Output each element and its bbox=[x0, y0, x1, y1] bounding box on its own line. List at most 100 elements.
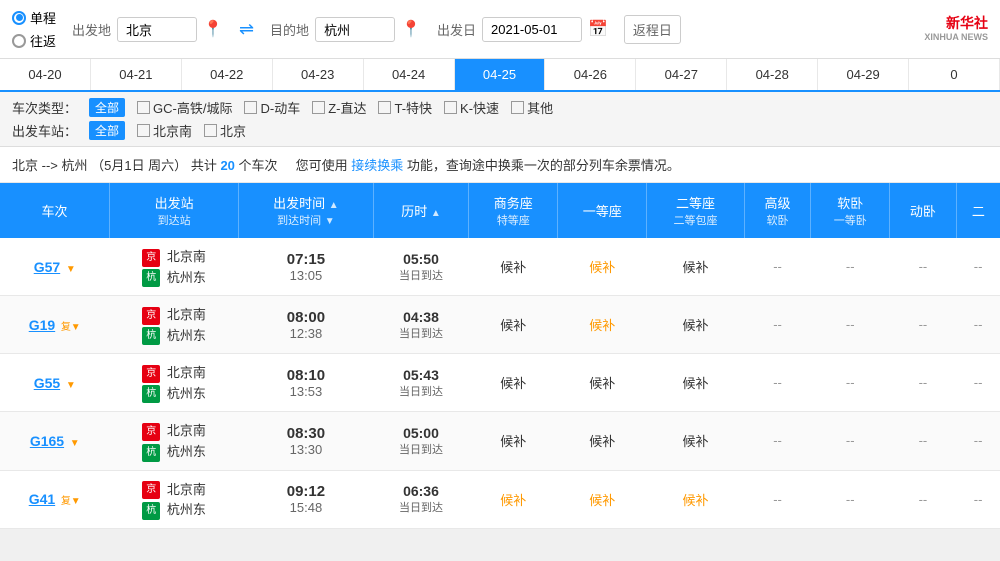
single-trip-radio[interactable]: 单程 bbox=[12, 8, 56, 27]
station-bj-checkbox[interactable]: 北京 bbox=[204, 121, 246, 140]
station-cell: 京 北京南 杭 杭州东 bbox=[109, 238, 238, 296]
type-z-checkbox[interactable]: Z-直达 bbox=[312, 98, 366, 117]
tab-0420[interactable]: 04-20 bbox=[0, 59, 91, 90]
time-cell: 08:30 13:30 bbox=[239, 412, 373, 470]
date-label: 出发日 bbox=[437, 20, 476, 39]
train-tag[interactable]: ▼ bbox=[66, 380, 76, 391]
train-number[interactable]: G165 bbox=[30, 433, 64, 449]
second-cell: 候补 bbox=[647, 296, 744, 354]
same-day-label: 当日到达 bbox=[379, 325, 463, 341]
second-seat[interactable]: 候补 bbox=[682, 260, 708, 275]
depart-time: 09:12 bbox=[245, 483, 367, 500]
time-cell: 07:15 13:05 bbox=[239, 238, 373, 296]
tab-0425[interactable]: 04-25 bbox=[455, 59, 546, 90]
business-seat[interactable]: 候补 bbox=[500, 376, 526, 391]
second-cell: 候补 bbox=[647, 354, 744, 412]
round-trip-radio[interactable]: 往返 bbox=[12, 31, 56, 50]
to-station-icon: 杭 bbox=[142, 444, 160, 462]
first-seat[interactable]: 候补 bbox=[589, 434, 615, 449]
tab-0429[interactable]: 04-29 bbox=[818, 59, 909, 90]
dongwo-cell: -- bbox=[890, 296, 957, 354]
first-seat[interactable]: 候补 bbox=[589, 318, 615, 333]
business-seat[interactable]: 候补 bbox=[500, 493, 526, 508]
second-seat[interactable]: 候补 bbox=[682, 318, 708, 333]
first-seat[interactable]: 候补 bbox=[589, 260, 615, 275]
second-seat[interactable]: 候补 bbox=[682, 493, 708, 508]
from-location-icon[interactable]: 📍 bbox=[203, 19, 223, 39]
type-all-tag[interactable]: 全部 bbox=[89, 98, 125, 117]
adv-soft-cell: -- bbox=[744, 412, 811, 470]
from-input[interactable] bbox=[117, 17, 197, 42]
type-t-checkbox[interactable]: T-特快 bbox=[378, 98, 432, 117]
tab-0426[interactable]: 04-26 bbox=[545, 59, 636, 90]
tab-0422[interactable]: 04-22 bbox=[182, 59, 273, 90]
count-prefix: 共计 bbox=[191, 158, 217, 173]
first-cell: 候补 bbox=[558, 238, 647, 296]
type-other-checkbox[interactable]: 其他 bbox=[511, 98, 553, 117]
train-tag[interactable]: 复▼ bbox=[61, 322, 81, 333]
from-station-icon: 京 bbox=[142, 481, 160, 499]
soft-sleeper-value: -- bbox=[846, 375, 855, 390]
station-all-tag[interactable]: 全部 bbox=[89, 121, 125, 140]
second-seat[interactable]: 候补 bbox=[682, 376, 708, 391]
from-station-name: 北京南 bbox=[167, 365, 206, 380]
tab-next[interactable]: 0 bbox=[909, 59, 1000, 90]
arrive-time: 12:38 bbox=[245, 326, 367, 341]
tab-0424[interactable]: 04-24 bbox=[364, 59, 455, 90]
first-seat[interactable]: 候补 bbox=[589, 493, 615, 508]
adv-soft-cell: -- bbox=[744, 354, 811, 412]
th-adv-soft: 高级 软卧 bbox=[744, 183, 811, 238]
train-tag[interactable]: ▼ bbox=[70, 438, 80, 449]
business-seat[interactable]: 候补 bbox=[500, 434, 526, 449]
to-input[interactable] bbox=[315, 17, 395, 42]
dongwo-value: -- bbox=[919, 492, 928, 507]
dongwo-value: -- bbox=[919, 317, 928, 332]
type-filter-label: 车次类型： bbox=[12, 98, 77, 117]
tab-0423[interactable]: 04-23 bbox=[273, 59, 364, 90]
to-station-name: 杭州东 bbox=[167, 270, 206, 285]
business-seat[interactable]: 候补 bbox=[500, 318, 526, 333]
adv-soft-value: -- bbox=[773, 492, 782, 507]
from-station-name: 北京南 bbox=[167, 307, 206, 322]
business-seat[interactable]: 候补 bbox=[500, 260, 526, 275]
duration-cell: 05:50 当日到达 bbox=[373, 238, 469, 296]
train-number[interactable]: G57 bbox=[34, 259, 60, 275]
first-seat[interactable]: 候补 bbox=[589, 376, 615, 391]
from-station: 京 北京南 bbox=[115, 304, 232, 325]
depart-time: 08:10 bbox=[245, 367, 367, 384]
type-k-checkbox[interactable]: K-快速 bbox=[444, 98, 499, 117]
tab-0427[interactable]: 04-27 bbox=[636, 59, 727, 90]
to-station-name: 杭州东 bbox=[167, 328, 206, 343]
calendar-icon[interactable]: 📅 bbox=[588, 19, 608, 39]
date-input[interactable] bbox=[482, 17, 582, 42]
from-field-group: 出发地 📍 bbox=[72, 17, 223, 42]
transfer-link[interactable]: 接续换乘 bbox=[351, 158, 403, 173]
th-duration[interactable]: 历时 ▲ bbox=[373, 183, 469, 238]
type-gc-checkbox[interactable]: GC-高铁/城际 bbox=[137, 98, 232, 117]
from-label: 出发地 bbox=[72, 20, 111, 39]
train-tag[interactable]: ▼ bbox=[66, 264, 76, 275]
tab-0421[interactable]: 04-21 bbox=[91, 59, 182, 90]
duration-value: 05:43 bbox=[379, 367, 463, 383]
cb-other bbox=[511, 101, 524, 114]
train-tag[interactable]: 复▼ bbox=[61, 496, 81, 507]
second-seat[interactable]: 候补 bbox=[682, 434, 708, 449]
tab-0428[interactable]: 04-28 bbox=[727, 59, 818, 90]
station-filter-label: 出发车站： bbox=[12, 121, 77, 140]
from-station: 京 北京南 bbox=[115, 479, 232, 500]
from-station-icon: 京 bbox=[142, 365, 160, 383]
swap-icon[interactable]: ⇌ bbox=[239, 19, 254, 40]
train-number[interactable]: G55 bbox=[34, 375, 60, 391]
first-cell: 候补 bbox=[558, 354, 647, 412]
train-number[interactable]: G19 bbox=[29, 317, 55, 333]
type-d-checkbox[interactable]: D-动车 bbox=[244, 98, 300, 117]
train-number[interactable]: G41 bbox=[29, 491, 55, 507]
return-date-button[interactable]: 返程日 bbox=[624, 15, 681, 44]
cb-gc bbox=[137, 101, 150, 114]
station-cell: 京 北京南 杭 杭州东 bbox=[109, 296, 238, 354]
th-time[interactable]: 出发时间 ▲ 到达时间 ▼ bbox=[239, 183, 373, 238]
to-location-icon[interactable]: 📍 bbox=[401, 19, 421, 39]
business-cell: 候补 bbox=[469, 354, 558, 412]
station-bjn-checkbox[interactable]: 北京南 bbox=[137, 121, 192, 140]
duration-value: 05:00 bbox=[379, 425, 463, 441]
